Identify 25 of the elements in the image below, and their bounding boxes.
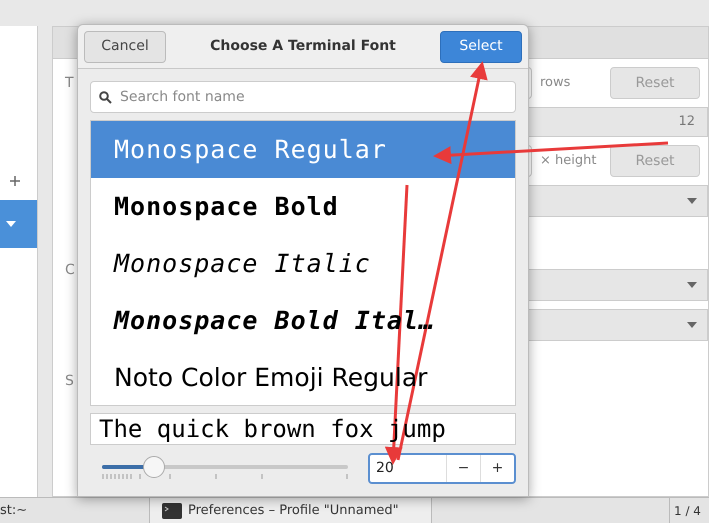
dropdown-caret-icon — [687, 322, 697, 328]
search-icon — [99, 91, 112, 104]
select-button[interactable]: Select — [440, 30, 522, 62]
height-label: × height — [540, 152, 598, 170]
size-input[interactable]: 20 — [370, 455, 446, 482]
terminal-icon — [162, 502, 182, 518]
font-size-slider[interactable] — [102, 456, 348, 482]
section-label: S — [65, 372, 75, 391]
cancel-button[interactable]: Cancel — [84, 30, 166, 62]
section-label: C — [65, 261, 76, 280]
dialog-title: Choose A Terminal Font — [210, 37, 396, 56]
section-label: T — [65, 74, 75, 93]
font-list-item[interactable]: Monospace Regular — [91, 121, 515, 178]
decrement-button[interactable]: − — [446, 455, 480, 482]
selected-profile-row[interactable] — [0, 200, 37, 248]
size-spin-field[interactable]: 20 − + — [368, 453, 516, 484]
dropdown-caret-icon — [687, 282, 697, 288]
add-icon[interactable] — [10, 176, 20, 186]
slider-thumb[interactable] — [142, 456, 165, 478]
workspace-indicator[interactable]: 1 / 4 — [669, 498, 709, 523]
search-field[interactable]: Search font name — [90, 81, 516, 113]
increment-button[interactable]: + — [480, 455, 514, 482]
rows-label: rows — [540, 74, 572, 92]
dropdown-caret-icon — [687, 198, 697, 204]
dropdown-caret-icon — [6, 221, 16, 227]
